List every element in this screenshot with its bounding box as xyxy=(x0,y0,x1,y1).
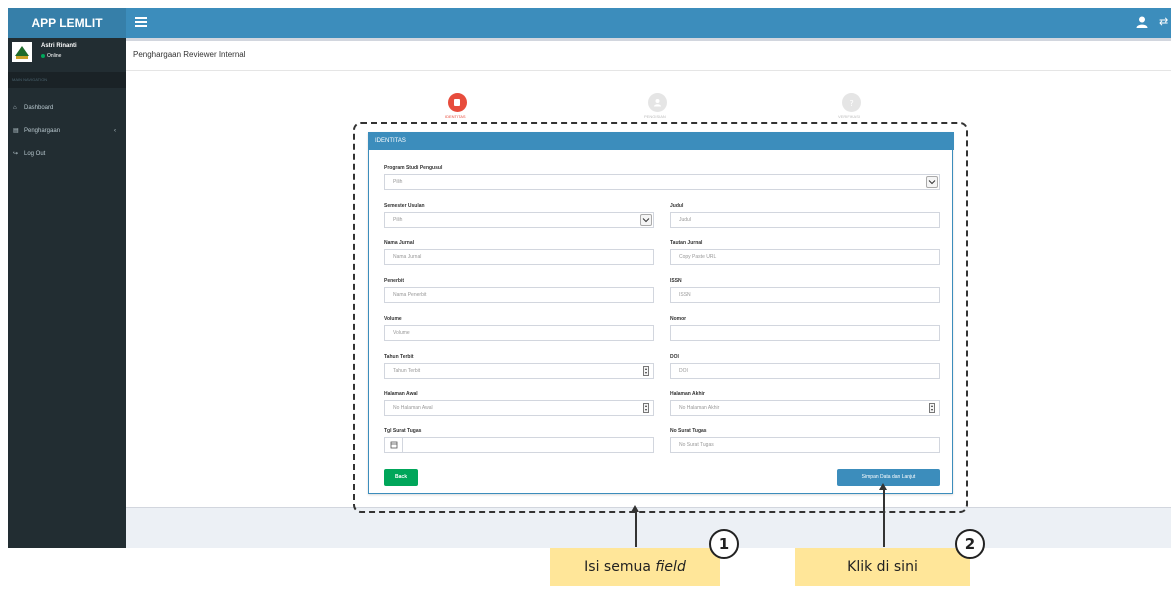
annotation-note-1: Isi semua field xyxy=(550,548,720,586)
user-icon[interactable] xyxy=(1135,15,1149,29)
book-icon xyxy=(454,99,460,106)
online-status-icon xyxy=(41,53,45,58)
content-footer xyxy=(126,507,1171,548)
chevron-left-icon: ‹ xyxy=(114,128,116,134)
annotation-note-2: Klik di sini xyxy=(795,548,970,586)
content-header: Penghargaan Reviewer Internal xyxy=(126,38,1171,71)
form-highlight-outline xyxy=(353,122,968,513)
logout-icon: ↪ xyxy=(13,151,19,157)
sidebar-item-penghargaan[interactable]: ▤ Penghargaan ‹ xyxy=(8,121,126,141)
question-icon: ? xyxy=(850,99,854,107)
step-label-pengisian: PENGISIAN xyxy=(644,114,666,119)
sidebar-item-logout[interactable]: ↪ Log Out xyxy=(8,144,126,164)
step-pengisian[interactable] xyxy=(648,93,667,112)
page-title: Penghargaan Reviewer Internal xyxy=(133,50,246,59)
top-navbar: APP LEMLIT ⇄ xyxy=(8,8,1171,38)
note-1-italic: field xyxy=(655,559,686,575)
annotation-badge-2: 2 xyxy=(955,529,985,559)
app-brand[interactable]: APP LEMLIT xyxy=(8,8,126,38)
user-panel: Astri Rinanti Online xyxy=(8,38,126,72)
share-icon[interactable]: ⇄ xyxy=(1159,16,1169,28)
nav-header: MAIN NAVIGATION xyxy=(8,72,126,88)
arrow-1-line xyxy=(635,511,637,547)
sidebar-item-label: Dashboard xyxy=(24,105,54,111)
user-status: Online xyxy=(41,53,61,59)
app-window: APP LEMLIT ⇄ Astri Rinanti Online MAIN N… xyxy=(8,8,1171,548)
svg-text:?: ? xyxy=(850,99,854,107)
step-label-verifikasi: VERIFIKASI xyxy=(838,114,861,119)
user-icon xyxy=(654,99,661,107)
sidebar: Astri Rinanti Online MAIN NAVIGATION ⌂ Da… xyxy=(8,38,126,548)
user-name: Astri Rinanti xyxy=(41,43,77,49)
sidebar-item-dashboard[interactable]: ⌂ Dashboard xyxy=(8,98,126,118)
book-icon: ▤ xyxy=(13,128,19,134)
arrow-2-line xyxy=(883,489,885,547)
sidebar-item-label: Penghargaan xyxy=(24,128,61,134)
sidebar-item-label: Log Out xyxy=(24,151,46,157)
step-identitas[interactable] xyxy=(448,93,467,112)
menu-toggle-icon[interactable] xyxy=(135,17,147,29)
step-verifikasi[interactable]: ? xyxy=(842,93,861,112)
avatar xyxy=(12,42,32,62)
note-1-text: Isi semua xyxy=(584,559,656,575)
annotation-badge-1: 1 xyxy=(709,529,739,559)
home-icon: ⌂ xyxy=(13,105,17,111)
step-label-identitas: IDENTITAS xyxy=(445,114,466,119)
user-status-label: Online xyxy=(47,53,62,59)
